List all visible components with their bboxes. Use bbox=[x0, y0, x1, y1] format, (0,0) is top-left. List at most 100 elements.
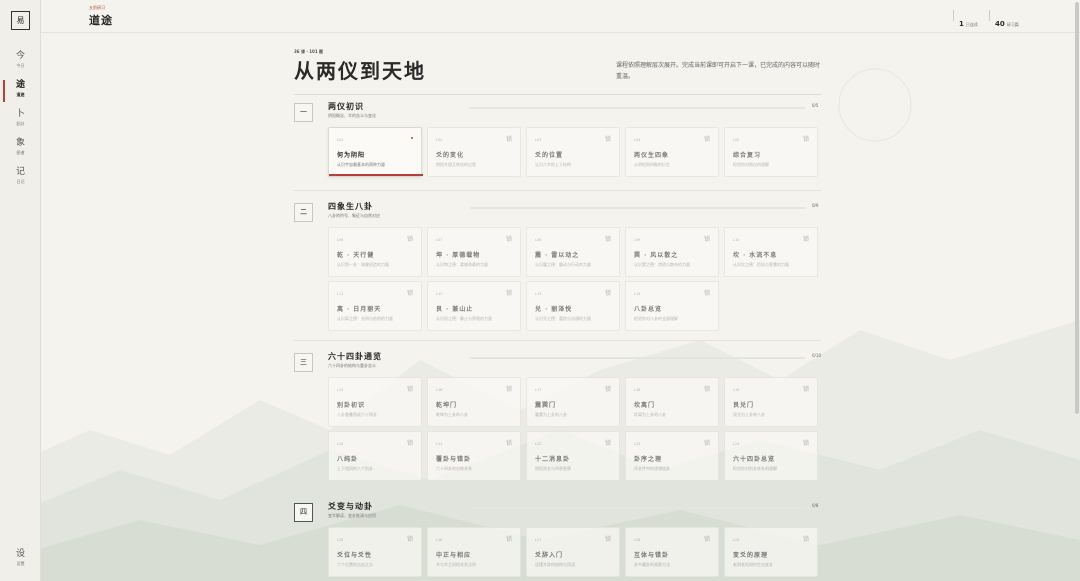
lesson-card[interactable]: L01 何为阴阳 认识宇宙最基本的两种力量 bbox=[328, 127, 423, 177]
app-logo[interactable]: 易 bbox=[11, 11, 30, 30]
main-content: 36 课 · 101 题 从两仪到天地 课程依照理解层次展开。完成当前课即可开启… bbox=[0, 0, 1080, 581]
lesson-card[interactable]: L28 锁互体与错卦 卦中藏卦的观察方法 bbox=[625, 527, 719, 577]
lesson-subtitle: 认识坎之德：险陷与智慧的力量 bbox=[733, 262, 789, 267]
lesson-id: L29 bbox=[733, 538, 740, 542]
lesson-id: L06 bbox=[337, 238, 344, 242]
stat-value: 40 bbox=[995, 20, 1005, 28]
lesson-card[interactable]: L25 锁爻位与爻性 六个位置的吉凶之分 bbox=[328, 527, 422, 577]
lesson-subtitle: 上下相同的八个别卦 bbox=[337, 466, 373, 471]
sidebar-item-glyph: 途 bbox=[15, 80, 25, 90]
lesson-card[interactable]: L07 锁坤 · 厚德载物 认识坤之德：柔顺承载的力量 bbox=[427, 227, 521, 277]
section-subtitle: 变爻解读、变卦推演与应用 bbox=[328, 513, 376, 518]
sidebar-item-glyph: 设 bbox=[15, 549, 25, 559]
sidebar-item-today[interactable]: 今 今日 bbox=[0, 51, 41, 77]
lesson-card[interactable]: L04 锁两仪生四象 从阴阳到四象的衍生 bbox=[625, 127, 719, 177]
lock-icon: 锁 bbox=[604, 290, 611, 297]
lesson-title: 爻的位置 bbox=[535, 152, 564, 159]
sidebar-item-label: 日记 bbox=[16, 179, 25, 184]
lesson-title: 艮 · 兼山止 bbox=[436, 306, 474, 313]
stat-streak: 1 已连续 bbox=[959, 11, 978, 30]
lesson-title: 变爻的原理 bbox=[733, 552, 769, 559]
lock-icon: 锁 bbox=[406, 236, 413, 243]
lesson-card[interactable]: L15 锁别卦初识 八卦重叠而成六十四卦 bbox=[328, 377, 422, 427]
lesson-card[interactable]: L29 锁变爻的原理 老阴老阳如何生出变卦 bbox=[724, 527, 818, 577]
lesson-id: L10 bbox=[733, 238, 740, 242]
lesson-card[interactable]: L16 锁乾坤门 乾坤为上卦的八卦 bbox=[427, 377, 521, 427]
lesson-card[interactable]: L19 锁艮兑门 艮兑为上卦的八卦 bbox=[724, 377, 818, 427]
lesson-card[interactable]: L27 锁爻辞入门 读懂爻辞的结构与用语 bbox=[526, 527, 620, 577]
lesson-card[interactable]: L03 锁爻的位置 认识六爻的上下结构 bbox=[526, 127, 620, 177]
lesson-subtitle: 序卦传中的逻辑链条 bbox=[634, 466, 670, 471]
section-progress-bar bbox=[470, 507, 805, 509]
lesson-id: L25 bbox=[337, 538, 344, 542]
lesson-card[interactable]: L17 锁震巽门 震巽为上卦的八卦 bbox=[526, 377, 620, 427]
lesson-title: 互体与错卦 bbox=[634, 552, 670, 559]
lock-icon: 锁 bbox=[703, 440, 710, 447]
lesson-id: L20 bbox=[337, 442, 344, 446]
lesson-subtitle: 检验你对别卦体系的理解 bbox=[733, 466, 777, 471]
lesson-card[interactable]: L22 锁十二消息卦 阴阳消长与四季更替 bbox=[526, 431, 620, 481]
sidebar-item-path[interactable]: 途 道途 bbox=[0, 80, 41, 106]
lesson-subtitle: 八卦重叠而成六十四卦 bbox=[337, 412, 377, 417]
lock-icon: 锁 bbox=[802, 536, 809, 543]
lesson-card[interactable]: L18 锁坎离门 坎离为上卦的八卦 bbox=[625, 377, 719, 427]
lesson-title: 坎离门 bbox=[634, 402, 656, 409]
lesson-title: 爻辞入门 bbox=[535, 552, 564, 559]
sidebar-item-journal[interactable]: 记 日记 bbox=[0, 167, 41, 193]
lesson-id: L24 bbox=[733, 442, 740, 446]
current-underline bbox=[329, 174, 423, 176]
lesson-card[interactable]: L05 锁综合复习 检验你对两仪的理解 bbox=[724, 127, 818, 177]
lock-icon: 锁 bbox=[703, 536, 710, 543]
lesson-id: L03 bbox=[535, 138, 542, 142]
sidebar: 易 今 今日 途 道途 卜 起卦 象 图谱 记 日记 设 设置 bbox=[0, 0, 41, 581]
lesson-subtitle: 从阴阳到四象的衍生 bbox=[634, 162, 670, 167]
sidebar-item-settings[interactable]: 设 设置 bbox=[0, 549, 41, 575]
lesson-id: L21 bbox=[436, 442, 443, 446]
lesson-card[interactable]: L21 锁覆卦与错卦 六十四卦的对称关系 bbox=[427, 431, 521, 481]
stat-label: 已连续 bbox=[965, 22, 978, 27]
header-title: 道途 bbox=[89, 14, 113, 27]
lesson-card[interactable]: L09 锁巽 · 风以散之 认识巽之德：渗透与散布的力量 bbox=[625, 227, 719, 277]
lesson-card[interactable]: L08 锁震 · 雷以动之 认识震之德：震动与行动的力量 bbox=[526, 227, 620, 277]
lock-icon: 锁 bbox=[703, 386, 710, 393]
lesson-card[interactable]: L13 锁兑 · 丽泽悦 认识兑之德：喜悦与沟通的力量 bbox=[526, 281, 620, 331]
section-subtitle: 阴阳概念、爻的含义与变化 bbox=[328, 113, 376, 118]
scrollbar[interactable] bbox=[1075, 2, 1079, 414]
section-title: 两仪初识 bbox=[328, 101, 364, 111]
lesson-subtitle: 认识第一卦：刚健创造的力量 bbox=[337, 262, 389, 267]
lesson-subtitle: 六十四卦的对称关系 bbox=[436, 466, 472, 471]
lock-icon: 锁 bbox=[703, 136, 710, 143]
lesson-card[interactable]: L12 锁艮 · 兼山止 认识艮之德：静止与界限的力量 bbox=[427, 281, 521, 331]
lesson-card[interactable]: L26 锁中正与相应 爻与爻之间的关系法则 bbox=[427, 527, 521, 577]
lesson-card[interactable]: L06 锁乾 · 天行健认识第一卦：刚健创造的力量 bbox=[328, 227, 422, 277]
lesson-id: L11 bbox=[337, 292, 344, 296]
lesson-title: 乾 · 天行健 bbox=[337, 252, 375, 259]
top-header: 五阶研习 道途 1 已连续 40 研习篇 bbox=[41, 0, 1080, 33]
lesson-subtitle: 阴阳爻相互转化的过程 bbox=[436, 162, 476, 167]
lesson-card[interactable]: L02 锁爻的变化 阴阳爻相互转化的过程 bbox=[427, 127, 521, 177]
sidebar-item-label: 图谱 bbox=[16, 150, 25, 155]
lock-icon: 锁 bbox=[802, 440, 809, 447]
lesson-card[interactable]: L11 锁离 · 日月丽天 认识离之德：光明与依附的力量 bbox=[328, 281, 422, 331]
lock-icon: 锁 bbox=[505, 136, 512, 143]
lock-icon: 锁 bbox=[604, 440, 611, 447]
lesson-id: L27 bbox=[535, 538, 542, 542]
lesson-title: 十二消息卦 bbox=[535, 456, 571, 463]
lock-icon: 锁 bbox=[604, 386, 611, 393]
lesson-card[interactable]: L23 锁卦序之理 序卦传中的逻辑链条 bbox=[625, 431, 719, 481]
lesson-card[interactable]: L10 锁坎 · 水流不息 认识坎之德：险陷与智慧的力量 bbox=[724, 227, 818, 277]
lesson-title: 震 · 雷以动之 bbox=[535, 252, 580, 259]
lock-icon: 锁 bbox=[505, 440, 512, 447]
stat-label: 研习篇 bbox=[1006, 22, 1019, 27]
lesson-card[interactable]: L14 锁八卦总览 检验你对八卦的全部理解 bbox=[625, 281, 719, 331]
sidebar-item-atlas[interactable]: 象 图谱 bbox=[0, 138, 41, 164]
lesson-id: L12 bbox=[436, 292, 443, 296]
lock-icon: 锁 bbox=[406, 290, 413, 297]
lesson-id: L22 bbox=[535, 442, 542, 446]
lesson-card[interactable]: L24 锁六十四卦总览 检验你对别卦体系的理解 bbox=[724, 431, 818, 481]
lesson-card[interactable]: L20 锁八纯卦 上下相同的八个别卦 bbox=[328, 431, 422, 481]
lock-icon: 锁 bbox=[505, 386, 512, 393]
lesson-id: L04 bbox=[634, 138, 641, 142]
lesson-id: L15 bbox=[337, 388, 344, 392]
sidebar-item-divination[interactable]: 卜 起卦 bbox=[0, 109, 41, 135]
